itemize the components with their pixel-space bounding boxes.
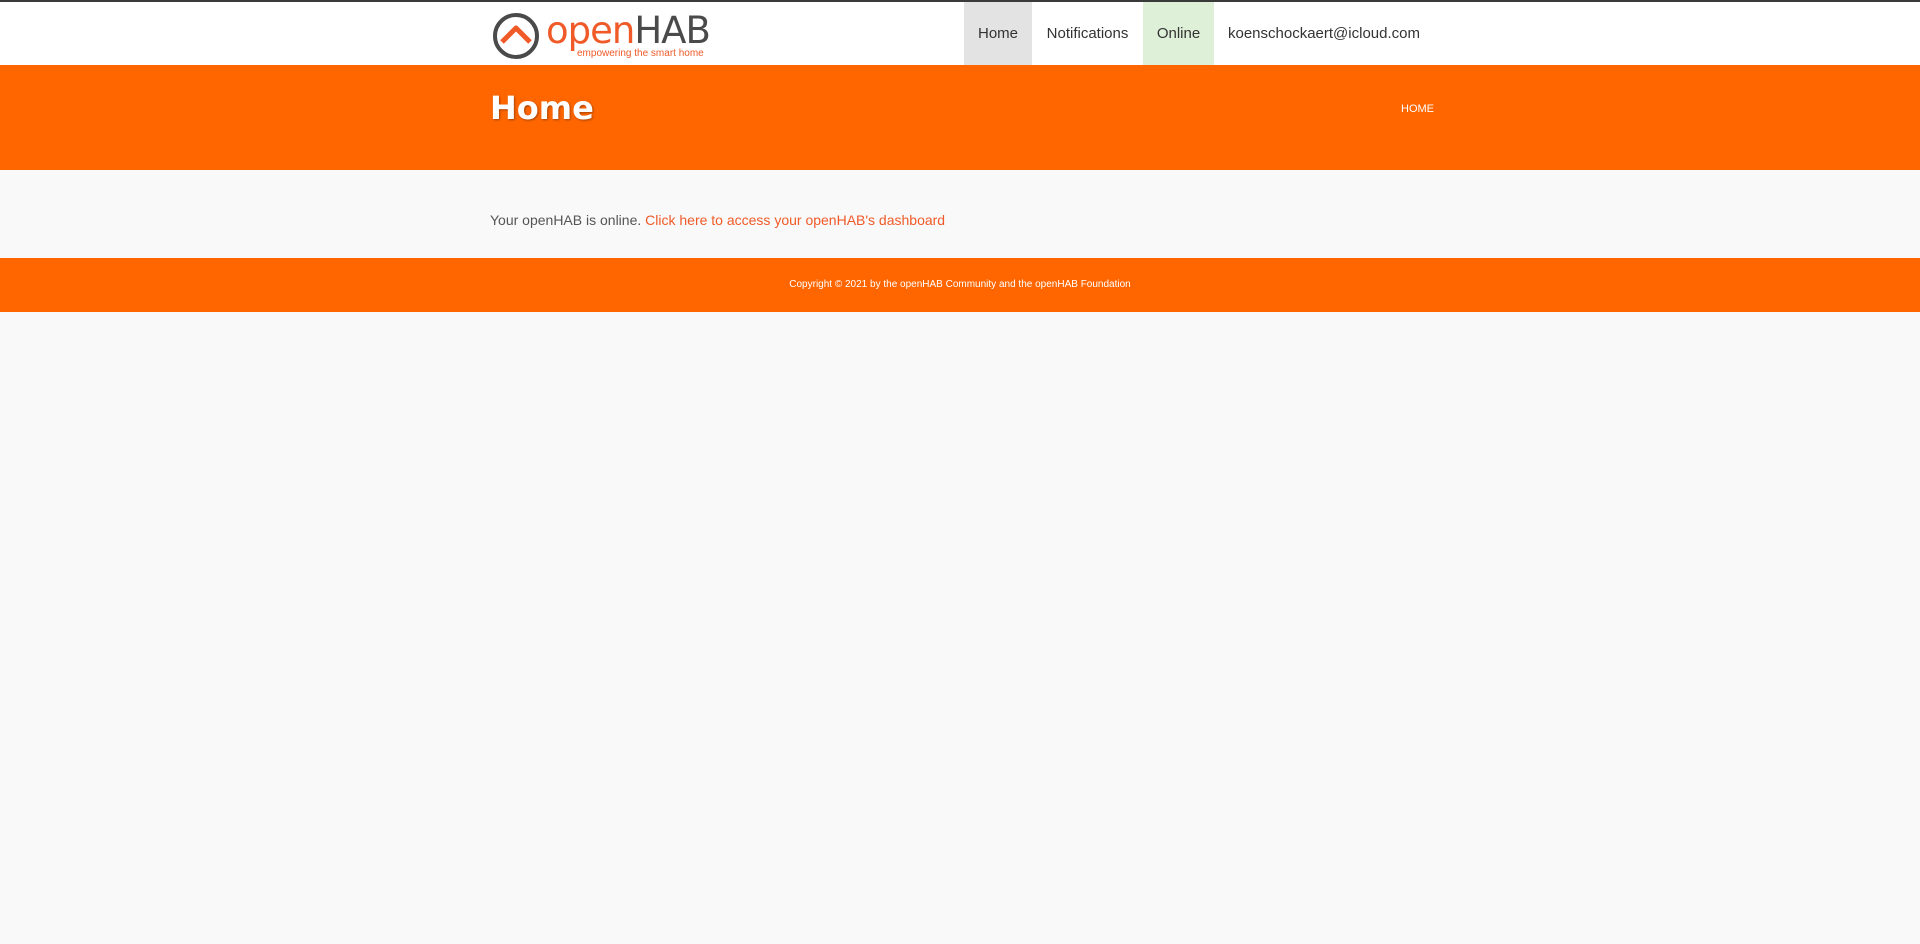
nav-notifications[interactable]: Notifications [1032, 2, 1143, 65]
logo-tagline: empowering the smart home [577, 48, 704, 59]
navbar: openHAB empowering the smart home Home N… [0, 2, 1920, 65]
nav-home[interactable]: Home [964, 2, 1032, 65]
footer-copyright: Copyright © 2021 by the openHAB Communit… [789, 279, 1131, 290]
nav-online-status[interactable]: Online [1143, 2, 1214, 65]
main-content: Your openHAB is online. Click here to ac… [0, 170, 1920, 258]
page-title: Home [490, 89, 594, 127]
logo-word-hab: HAB [634, 9, 711, 52]
dashboard-link[interactable]: Click here to access your openHAB's dash… [645, 212, 945, 228]
page-header-banner: Home HOME [0, 65, 1920, 170]
logo-word-open: open [546, 9, 635, 52]
online-status-message: Your openHAB is online. Click here to ac… [490, 212, 945, 228]
main-nav: Home Notifications Online koenschockaert… [964, 2, 1434, 65]
status-text: Your openHAB is online. [490, 212, 642, 228]
openhab-logo-icon [493, 13, 539, 59]
openhab-logo[interactable]: openHAB empowering the smart home [492, 11, 712, 61]
footer: Copyright © 2021 by the openHAB Communit… [0, 258, 1920, 312]
breadcrumb-home[interactable]: HOME [1401, 103, 1434, 115]
nav-user-account[interactable]: koenschockaert@icloud.com [1214, 2, 1434, 65]
logo-wordmark: openHAB [546, 9, 711, 52]
